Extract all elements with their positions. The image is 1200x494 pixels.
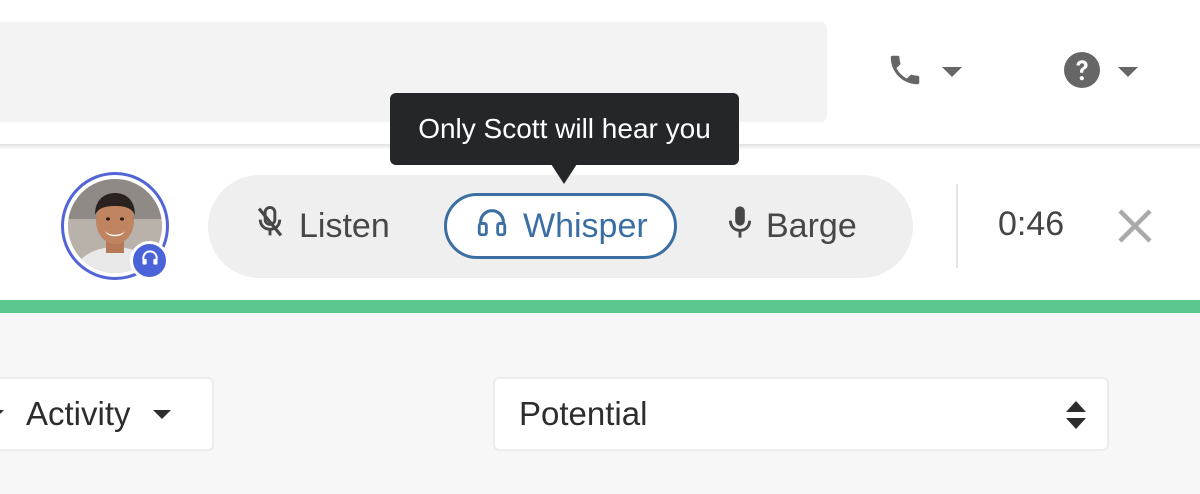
- potential-select[interactable]: Potential: [493, 377, 1109, 451]
- listen-button[interactable]: Listen: [255, 193, 390, 259]
- phone-icon: [886, 50, 924, 95]
- end-monitoring-button[interactable]: [1117, 208, 1153, 244]
- whisper-tooltip: Only Scott will hear you: [390, 93, 739, 165]
- whisper-button[interactable]: Whisper: [444, 193, 677, 259]
- mic-off-icon: [255, 205, 285, 248]
- sort-updown-icon: [1065, 400, 1087, 430]
- headset-icon: [475, 205, 509, 248]
- close-icon: [1117, 209, 1153, 248]
- help-icon: [1064, 51, 1100, 93]
- mic-icon: [728, 205, 752, 248]
- divider: [956, 184, 958, 268]
- tooltip-arrow: [551, 164, 577, 184]
- call-monitor-bar: Listen Whisper Barge 0:46: [0, 150, 1200, 300]
- tooltip-text: Only Scott will hear you: [418, 113, 711, 144]
- barge-button[interactable]: Barge: [728, 193, 857, 259]
- headset-badge: [130, 241, 169, 280]
- activity-dropdown[interactable]: Activity: [0, 377, 214, 451]
- monitor-mode-selector: Listen Whisper Barge: [208, 175, 913, 278]
- phone-menu-button[interactable]: [886, 50, 962, 94]
- potential-value: Potential: [519, 395, 648, 432]
- whisper-label: Whisper: [523, 206, 648, 245]
- activity-label: Activity: [26, 395, 131, 432]
- call-status-line: [0, 300, 1200, 313]
- chevron-down-icon: [1118, 67, 1138, 77]
- listen-label: Listen: [299, 206, 390, 245]
- filter-area: Activity Potential: [0, 313, 1200, 494]
- chevron-down-icon: [0, 410, 4, 419]
- chevron-down-icon: [152, 409, 171, 419]
- agent-avatar[interactable]: [61, 172, 169, 280]
- chevron-down-icon: [942, 67, 962, 77]
- call-timer: 0:46: [998, 205, 1065, 243]
- help-menu-button[interactable]: [1064, 50, 1138, 94]
- headset-icon: [140, 248, 160, 273]
- barge-label: Barge: [766, 206, 857, 245]
